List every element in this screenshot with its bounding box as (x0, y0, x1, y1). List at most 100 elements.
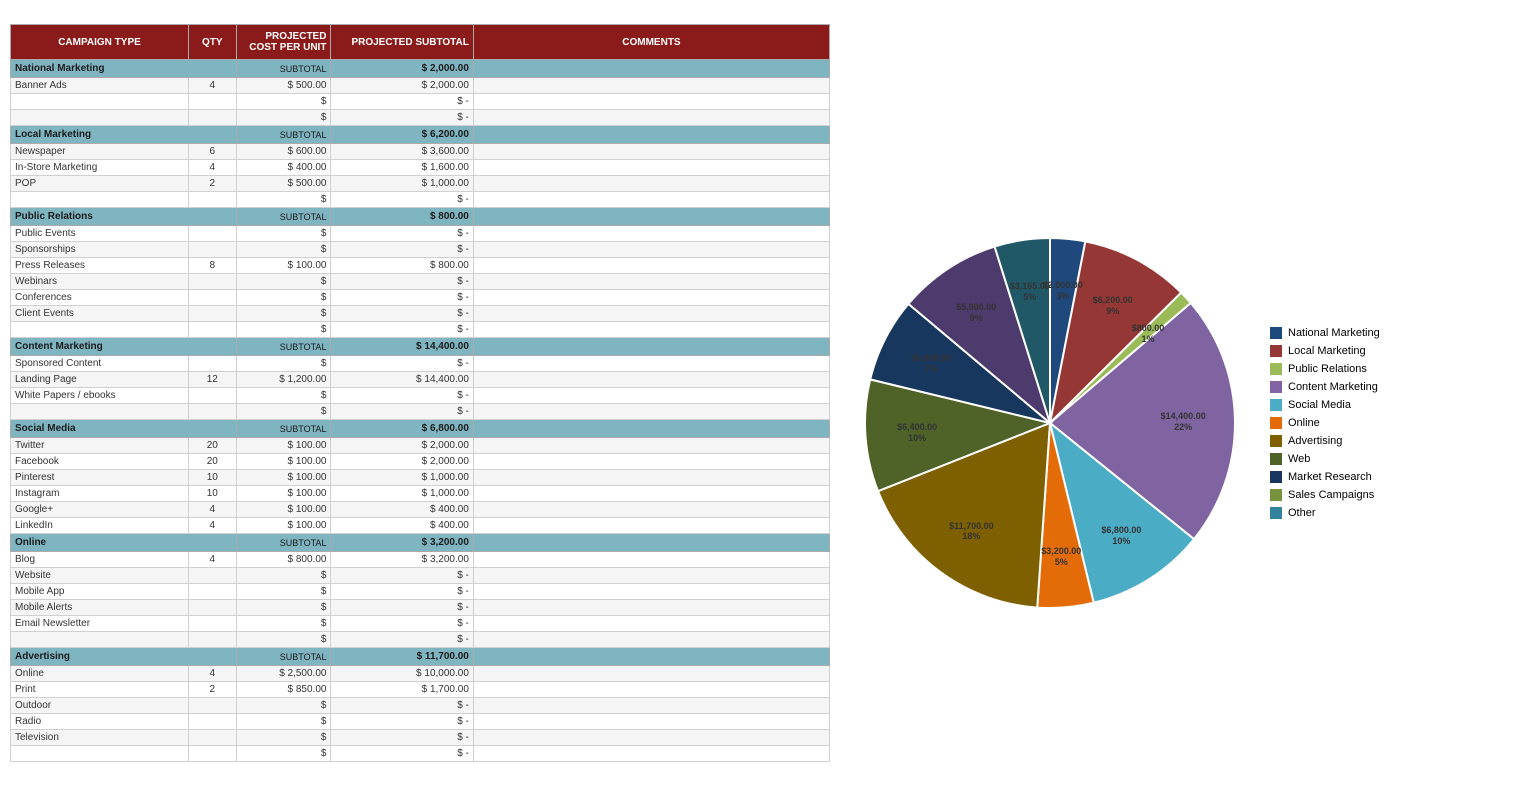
table-row: Public Events $ $ - (11, 226, 830, 242)
table-row: $ $ - (11, 746, 830, 762)
item-qty (189, 714, 236, 730)
legend-color (1270, 399, 1282, 411)
subtotal-value: $ 800.00 (331, 208, 473, 226)
legend-item: Web (1270, 453, 1380, 465)
pie-label: $5,900.009% (946, 302, 1006, 324)
item-qty: 10 (189, 470, 236, 486)
item-name: LinkedIn (11, 518, 189, 534)
legend-item: Other (1270, 507, 1380, 519)
item-cost: $ 100.00 (236, 518, 331, 534)
legend-label: Other (1288, 507, 1316, 519)
item-qty (189, 584, 236, 600)
col-subtotal: PROJECTED SUBTOTAL (331, 25, 473, 60)
budget-table-container: CAMPAIGN TYPE QTY PROJECTED COST PER UNI… (10, 24, 830, 762)
item-qty: 2 (189, 176, 236, 192)
table-row: Blog 4 $ 800.00 $ 3,200.00 (11, 552, 830, 568)
legend-label: Advertising (1288, 435, 1342, 447)
legend-label: Sales Campaigns (1288, 489, 1374, 501)
table-row: Television $ $ - (11, 730, 830, 746)
table-row: Online 4 $ 2,500.00 $ 10,000.00 (11, 666, 830, 682)
table-row: Radio $ $ - (11, 714, 830, 730)
item-subtotal: $ 3,200.00 (331, 552, 473, 568)
item-cost: $ (236, 584, 331, 600)
category-name: Public Relations (11, 208, 237, 226)
item-subtotal: $ - (331, 274, 473, 290)
item-subtotal: $ 1,000.00 (331, 486, 473, 502)
item-cost: $ (236, 600, 331, 616)
subtotal-value: $ 3,200.00 (331, 534, 473, 552)
item-name: Blog (11, 552, 189, 568)
item-name: Website (11, 568, 189, 584)
legend-item: Content Marketing (1270, 381, 1380, 393)
item-qty (189, 600, 236, 616)
item-cost: $ (236, 274, 331, 290)
table-row: $ $ - (11, 404, 830, 420)
item-cost: $ 500.00 (236, 78, 331, 94)
table-row: Pinterest 10 $ 100.00 $ 1,000.00 (11, 470, 830, 486)
item-comments (473, 144, 829, 160)
table-row: In-Store Marketing 4 $ 400.00 $ 1,600.00 (11, 160, 830, 176)
item-subtotal: $ 3,600.00 (331, 144, 473, 160)
table-row: Instagram 10 $ 100.00 $ 1,000.00 (11, 486, 830, 502)
table-row: $ $ - (11, 632, 830, 648)
item-cost: $ (236, 94, 331, 110)
budget-table: CAMPAIGN TYPE QTY PROJECTED COST PER UNI… (10, 24, 830, 762)
item-name: Radio (11, 714, 189, 730)
item-name (11, 746, 189, 762)
item-comments (473, 682, 829, 698)
item-qty: 4 (189, 78, 236, 94)
item-qty (189, 110, 236, 126)
table-row: $ $ - (11, 110, 830, 126)
pie-label: $3,200.005% (1031, 546, 1091, 568)
item-subtotal: $ 2,000.00 (331, 454, 473, 470)
item-cost: $ 100.00 (236, 258, 331, 274)
legend-item: Sales Campaigns (1270, 489, 1380, 501)
item-comments (473, 470, 829, 486)
item-qty (189, 632, 236, 648)
item-name: Webinars (11, 274, 189, 290)
item-comments (473, 78, 829, 94)
item-subtotal: $ - (331, 730, 473, 746)
table-row: Sponsored Content $ $ - (11, 356, 830, 372)
subtotal-label: SUBTOTAL (236, 126, 331, 144)
item-cost: $ (236, 290, 331, 306)
category-comments (473, 648, 829, 666)
item-subtotal: $ 400.00 (331, 502, 473, 518)
table-row: POP 2 $ 500.00 $ 1,000.00 (11, 176, 830, 192)
legend-label: Social Media (1288, 399, 1351, 411)
item-name: Landing Page (11, 372, 189, 388)
item-name: Email Newsletter (11, 616, 189, 632)
item-cost: $ (236, 568, 331, 584)
item-qty: 6 (189, 144, 236, 160)
col-comments: COMMENTS (473, 25, 829, 60)
col-qty: QTY (189, 25, 236, 60)
item-name (11, 94, 189, 110)
item-comments (473, 698, 829, 714)
pie-label: $800.001% (1118, 323, 1178, 345)
item-name: Client Events (11, 306, 189, 322)
item-qty: 2 (189, 682, 236, 698)
item-comments (473, 192, 829, 208)
legend-item: National Marketing (1270, 327, 1380, 339)
item-qty: 8 (189, 258, 236, 274)
col-campaign: CAMPAIGN TYPE (11, 25, 189, 60)
item-qty (189, 388, 236, 404)
item-qty (189, 94, 236, 110)
item-qty (189, 192, 236, 208)
item-comments (473, 486, 829, 502)
item-comments (473, 290, 829, 306)
item-subtotal: $ 14,400.00 (331, 372, 473, 388)
legend-color (1270, 507, 1282, 519)
category-comments (473, 60, 829, 78)
item-cost: $ (236, 242, 331, 258)
subtotal-value: $ 2,000.00 (331, 60, 473, 78)
subtotal-label: SUBTOTAL (236, 208, 331, 226)
item-subtotal: $ 2,000.00 (331, 438, 473, 454)
item-cost: $ (236, 322, 331, 338)
item-cost: $ (236, 698, 331, 714)
item-qty: 4 (189, 552, 236, 568)
item-comments (473, 518, 829, 534)
item-qty: 20 (189, 454, 236, 470)
col-cost: PROJECTED COST PER UNIT (236, 25, 331, 60)
item-qty (189, 226, 236, 242)
